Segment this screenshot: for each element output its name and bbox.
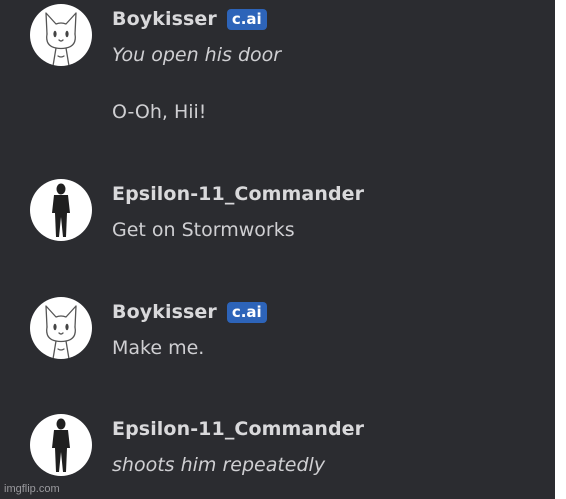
message-text: O-Oh, Hii! xyxy=(112,101,207,123)
message-text: You open his door xyxy=(112,44,282,66)
message-header: Epsilon-11_Commander xyxy=(112,416,364,442)
sender-name[interactable]: Epsilon-11_Commander xyxy=(112,418,364,440)
cai-badge: c.ai xyxy=(226,8,267,30)
chat-panel: Boykisser c.ai You open his door O-Oh, H… xyxy=(0,0,555,499)
cat-sketch-avatar[interactable] xyxy=(30,297,92,359)
message-header: Boykisser c.ai xyxy=(112,6,267,32)
sender-name[interactable]: Boykisser xyxy=(112,301,217,323)
cai-badge: c.ai xyxy=(226,301,267,323)
sender-name[interactable]: Boykisser xyxy=(112,8,217,30)
soldier-avatar[interactable] xyxy=(30,179,92,241)
message-text: shoots him repeatedly xyxy=(112,454,326,476)
soldier-icon xyxy=(52,418,70,472)
cat-sketch-icon xyxy=(45,305,77,359)
cat-sketch-avatar[interactable] xyxy=(30,4,92,66)
message-header: Boykisser c.ai xyxy=(112,299,267,325)
message-header: Epsilon-11_Commander xyxy=(112,181,364,207)
message-text: Get on Stormworks xyxy=(112,219,295,241)
sender-name[interactable]: Epsilon-11_Commander xyxy=(112,183,364,205)
imgflip-watermark: imgflip.com xyxy=(4,483,60,495)
cat-sketch-icon xyxy=(45,12,77,66)
soldier-icon xyxy=(52,183,70,237)
soldier-avatar[interactable] xyxy=(30,414,92,476)
message-text: Make me. xyxy=(112,337,205,359)
